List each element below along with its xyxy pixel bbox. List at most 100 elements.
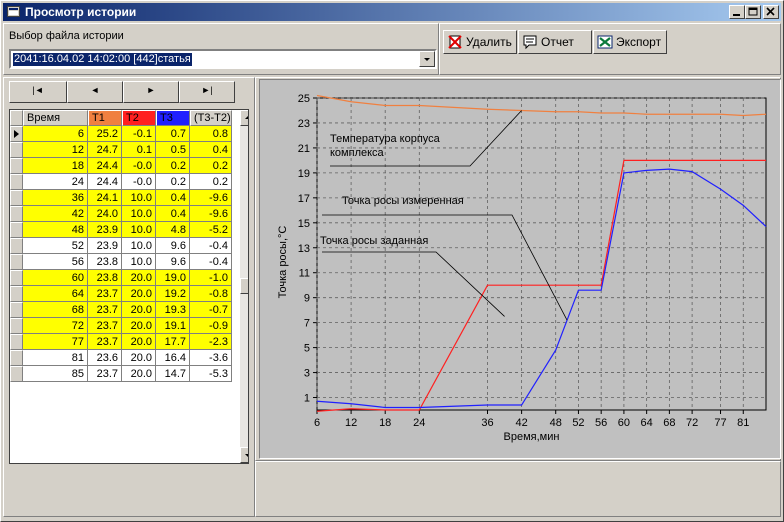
table-cell[interactable]: 19.3 (156, 302, 190, 318)
scroll-thumb[interactable] (240, 278, 248, 294)
table-cell[interactable]: 10.0 (122, 206, 156, 222)
table-cell[interactable]: 60 (23, 270, 88, 286)
table-cell[interactable]: 20.0 (122, 286, 156, 302)
row-indicator[interactable] (10, 126, 23, 142)
table-cell[interactable]: 0.1 (122, 142, 156, 158)
table-cell[interactable]: -5.2 (190, 222, 232, 238)
table-cell[interactable]: 0.2 (156, 158, 190, 174)
table-cell[interactable]: 19.1 (156, 318, 190, 334)
table-cell[interactable]: 23.7 (88, 302, 122, 318)
table-cell[interactable]: 4.8 (156, 222, 190, 238)
table-cell[interactable]: -3.6 (190, 350, 232, 366)
table-cell[interactable]: 0.7 (156, 126, 190, 142)
table-cell[interactable]: 20.0 (122, 318, 156, 334)
next-record-button[interactable]: ► (123, 81, 179, 103)
table-cell[interactable]: -1.0 (190, 270, 232, 286)
table-cell[interactable]: 23.7 (88, 366, 122, 382)
table-cell[interactable]: 24.4 (88, 158, 122, 174)
row-indicator[interactable] (10, 366, 23, 382)
table-cell[interactable]: 0.4 (156, 190, 190, 206)
table-cell[interactable]: 68 (23, 302, 88, 318)
table-cell[interactable]: 0.2 (156, 174, 190, 190)
table-cell[interactable]: -0.1 (122, 126, 156, 142)
table-cell[interactable]: 0.2 (190, 158, 232, 174)
row-indicator[interactable] (10, 190, 23, 206)
table-cell[interactable]: 23.7 (88, 318, 122, 334)
table-cell[interactable]: 6 (23, 126, 88, 142)
table-cell[interactable]: -9.6 (190, 190, 232, 206)
table-cell[interactable]: 0.8 (190, 126, 232, 142)
column-header[interactable]: T1 (88, 110, 122, 126)
title-bar[interactable]: Просмотр истории (3, 3, 781, 21)
table-cell[interactable]: 9.6 (156, 254, 190, 270)
close-button[interactable] (763, 5, 779, 19)
row-indicator[interactable] (10, 270, 23, 286)
minimize-button[interactable] (729, 5, 745, 19)
table-cell[interactable]: 42 (23, 206, 88, 222)
table-cell[interactable]: -0.0 (122, 158, 156, 174)
combo-dropdown-button[interactable] (419, 51, 435, 67)
history-table[interactable]: Время T1 T2 T3 (T3-T2) 6 25.2 -0.1 0.7 0.8 12 24.7 0… (9, 109, 249, 464)
export-button[interactable]: Экспорт (593, 30, 667, 54)
table-cell[interactable]: 10.0 (122, 222, 156, 238)
delete-button[interactable]: Удалить (443, 30, 517, 54)
table-cell[interactable]: -9.6 (190, 206, 232, 222)
table-cell[interactable]: 23.9 (88, 222, 122, 238)
row-indicator[interactable] (10, 286, 23, 302)
table-cell[interactable]: 24.1 (88, 190, 122, 206)
column-header[interactable]: (T3-T2) (190, 110, 232, 126)
report-button[interactable]: Отчет (518, 30, 592, 54)
table-cell[interactable]: -0.4 (190, 254, 232, 270)
row-indicator[interactable] (10, 158, 23, 174)
table-cell[interactable]: 24.7 (88, 142, 122, 158)
row-indicator[interactable] (10, 302, 23, 318)
table-cell[interactable]: 9.6 (156, 238, 190, 254)
table-cell[interactable]: 10.0 (122, 254, 156, 270)
row-indicator[interactable] (10, 318, 23, 334)
table-cell[interactable]: 0.2 (190, 174, 232, 190)
row-indicator[interactable] (10, 174, 23, 190)
column-header[interactable]: Время (23, 110, 88, 126)
prev-record-button[interactable]: ◄ (67, 81, 123, 103)
table-cell[interactable]: 20.0 (122, 270, 156, 286)
maximize-button[interactable] (745, 5, 761, 19)
table-cell[interactable]: 64 (23, 286, 88, 302)
table-cell[interactable]: 20.0 (122, 302, 156, 318)
row-indicator[interactable] (10, 254, 23, 270)
table-cell[interactable]: 0.5 (156, 142, 190, 158)
table-cell[interactable]: 10.0 (122, 190, 156, 206)
table-cell[interactable]: 23.7 (88, 334, 122, 350)
scroll-down-button[interactable] (240, 447, 248, 463)
table-cell[interactable]: 23.7 (88, 286, 122, 302)
last-record-button[interactable]: ►| (179, 81, 235, 103)
table-cell[interactable]: 14.7 (156, 366, 190, 382)
table-cell[interactable]: 24.4 (88, 174, 122, 190)
table-cell[interactable]: 16.4 (156, 350, 190, 366)
table-cell[interactable]: 12 (23, 142, 88, 158)
column-header[interactable]: T2 (122, 110, 156, 126)
table-cell[interactable]: 81 (23, 350, 88, 366)
table-cell[interactable]: 17.7 (156, 334, 190, 350)
table-cell[interactable]: 23.8 (88, 270, 122, 286)
table-cell[interactable]: 52 (23, 238, 88, 254)
table-cell[interactable]: 85 (23, 366, 88, 382)
table-cell[interactable]: 23.6 (88, 350, 122, 366)
table-cell[interactable]: 19.2 (156, 286, 190, 302)
table-cell[interactable]: 23.8 (88, 254, 122, 270)
scroll-up-button[interactable] (240, 110, 248, 126)
row-indicator[interactable] (10, 350, 23, 366)
table-cell[interactable]: 25.2 (88, 126, 122, 142)
table-cell[interactable]: 0.4 (190, 142, 232, 158)
table-cell[interactable]: 0.4 (156, 206, 190, 222)
column-header[interactable]: T3 (156, 110, 190, 126)
row-indicator[interactable] (10, 222, 23, 238)
row-indicator[interactable] (10, 238, 23, 254)
table-cell[interactable]: -0.9 (190, 318, 232, 334)
row-indicator[interactable] (10, 334, 23, 350)
row-indicator[interactable] (10, 142, 23, 158)
table-cell[interactable]: 18 (23, 158, 88, 174)
row-indicator[interactable] (10, 206, 23, 222)
table-cell[interactable]: 20.0 (122, 350, 156, 366)
table-cell[interactable]: 23.9 (88, 238, 122, 254)
table-cell[interactable]: 72 (23, 318, 88, 334)
